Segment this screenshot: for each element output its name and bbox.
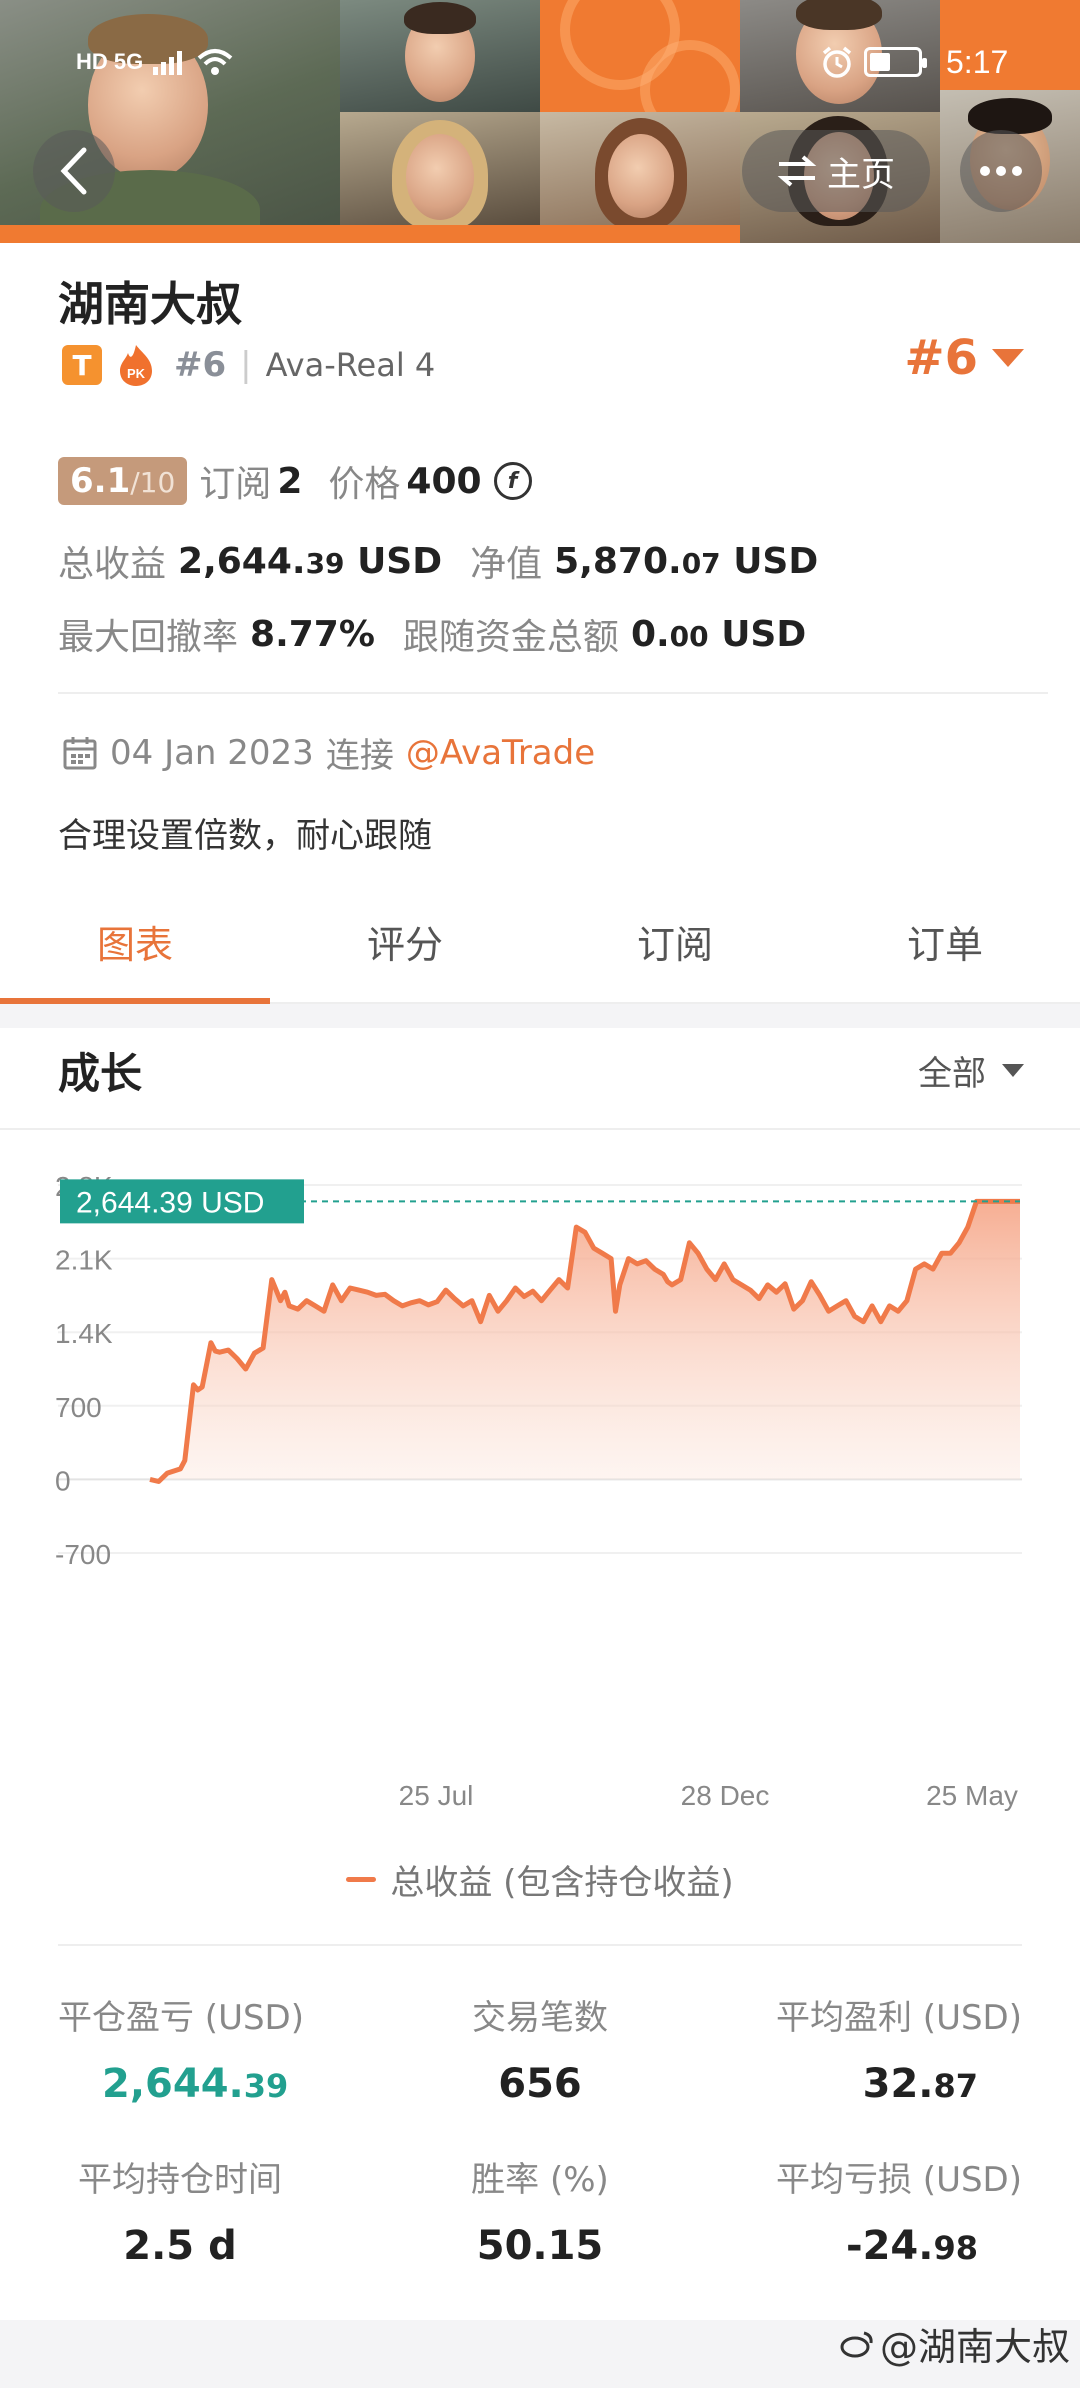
- x-tick-label: 28 Dec: [681, 1780, 770, 1811]
- total-profit-value: 2,644.39 USD: [178, 540, 443, 582]
- trader-motto: 合理设置倍数，耐心跟随: [58, 816, 432, 856]
- summary-avg-loss: 平均亏损 (USD) -24.98: [776, 2160, 1022, 2269]
- score-badge: 6.1/10: [58, 457, 188, 505]
- type-badge: T: [62, 345, 102, 385]
- divider: [58, 1944, 1022, 1946]
- subscribe-label: 订阅: [199, 464, 272, 505]
- chart-title: 成长: [58, 1049, 143, 1098]
- alarm-icon: [822, 46, 852, 78]
- stats-row-2: 总收益 2,644.39 USD 净值 5,870.07 USD: [58, 535, 818, 587]
- more-button[interactable]: [960, 130, 1042, 212]
- y-tick-label: 1.4K: [55, 1318, 113, 1349]
- follow-funds-value: 0.00 USD: [630, 613, 807, 655]
- account-name: Ava-Real 4: [265, 346, 436, 384]
- more-dots-icon: [980, 166, 1022, 176]
- trader-name: 湖南大叔: [58, 277, 242, 331]
- tab-bar: 图表 评分 订阅 订单: [0, 900, 1080, 1004]
- legend-swatch: [346, 1877, 377, 1882]
- trader-rank: #6: [174, 345, 227, 385]
- equity-value: 5,870.07 USD: [554, 540, 819, 582]
- y-tick-label: 2.1K: [55, 1245, 113, 1276]
- wifi-icon: [197, 49, 233, 75]
- home-button[interactable]: 主页: [742, 130, 930, 212]
- trader-tags: T PK #6 | Ava-Real 4: [62, 342, 435, 388]
- y-tick-label: 0: [55, 1465, 71, 1496]
- battery-icon: [864, 47, 927, 77]
- status-indicators: HD 5G: [76, 42, 233, 82]
- tab-chart[interactable]: 图表: [0, 900, 270, 1004]
- current-value-label: 2,644.39 USD: [76, 1186, 264, 1219]
- status-time: 5:17: [946, 43, 1009, 80]
- weibo-icon: [840, 2331, 873, 2357]
- equity-label: 净值: [470, 544, 543, 585]
- watermark: @湖南大叔: [840, 2316, 1070, 2371]
- rank-value: #6: [904, 330, 978, 386]
- drawdown-value: 8.77%: [250, 613, 375, 655]
- x-tick-label: 25 Jul: [399, 1780, 474, 1811]
- range-dropdown[interactable]: 全部: [918, 1046, 1024, 1095]
- total-profit-label: 总收益: [58, 544, 167, 585]
- calendar-icon: [63, 736, 97, 769]
- series-area: [150, 1201, 1020, 1482]
- divider: [0, 1128, 1080, 1130]
- range-label: 全部: [918, 1054, 986, 1094]
- follow-funds-label: 跟随资金总额: [402, 617, 619, 658]
- stats-row-3: 最大回撤率 8.77% 跟随资金总额 0.00 USD: [58, 608, 806, 660]
- growth-chart[interactable]: 2.8K2.1K1.4K7000-70025 Jul28 Dec25 May 2…: [0, 1140, 1080, 1840]
- coin-icon: f: [493, 462, 532, 500]
- connection-date: 04 Jan 2023: [110, 732, 314, 773]
- subscribe-value: 2: [277, 460, 303, 502]
- chart-legend: 总收益 (包含持仓收益): [0, 1855, 1080, 1904]
- status-right: 5:17: [820, 42, 1008, 82]
- y-tick-label: -700: [55, 1539, 111, 1570]
- signal-icon: [153, 51, 183, 75]
- banner-photo: [540, 112, 740, 225]
- banner-photo: [340, 0, 540, 112]
- rank-dropdown[interactable]: #6: [904, 330, 1024, 386]
- summary-avg-hold: 平均持仓时间 2.5 d: [78, 2160, 282, 2269]
- x-tick-label: 25 May: [926, 1780, 1018, 1811]
- triangle-down-icon: [1002, 1064, 1024, 1077]
- banner-accent-strip: [0, 225, 740, 243]
- banner-photo: [340, 112, 540, 225]
- price-value: 400: [406, 460, 482, 502]
- tag-divider: |: [240, 345, 252, 385]
- back-button[interactable]: [33, 130, 115, 212]
- legend-label: 总收益 (包含持仓收益): [390, 1863, 734, 1903]
- drawdown-label: 最大回撤率: [58, 617, 239, 658]
- chevron-left-icon: [60, 147, 87, 195]
- tab-rating[interactable]: 评分: [270, 900, 540, 1002]
- connection-label: 连接: [325, 736, 394, 776]
- connection-info: 04 Jan 2023 连接 @AvaTrade: [62, 728, 595, 777]
- svg-text:PK: PK: [127, 366, 146, 381]
- triangle-down-icon: [992, 349, 1024, 367]
- home-label: 主页: [827, 154, 895, 195]
- swap-icon: [777, 155, 817, 187]
- tab-orders[interactable]: 订单: [810, 900, 1080, 1002]
- chart-axes: 2.8K2.1K1.4K7000-70025 Jul28 Dec25 May: [55, 1171, 1018, 1811]
- section-separator: [0, 1004, 1080, 1028]
- header-banner: HD 5G 5:17 主页: [0, 0, 1080, 243]
- stats-row-1: 6.1/10 订阅 2 价格 400 f: [58, 455, 532, 507]
- broker-link[interactable]: @AvaTrade: [406, 733, 595, 773]
- tab-subscribe[interactable]: 订阅: [540, 900, 810, 1002]
- y-tick-label: 700: [55, 1392, 102, 1423]
- summary-avg-profit: 平均盈利 (USD) 32.87: [776, 1998, 1022, 2107]
- network-indicator: HD 5G: [76, 49, 144, 74]
- price-label: 价格: [328, 464, 401, 505]
- pk-flame-icon[interactable]: PK: [116, 343, 156, 387]
- divider: [58, 692, 1048, 694]
